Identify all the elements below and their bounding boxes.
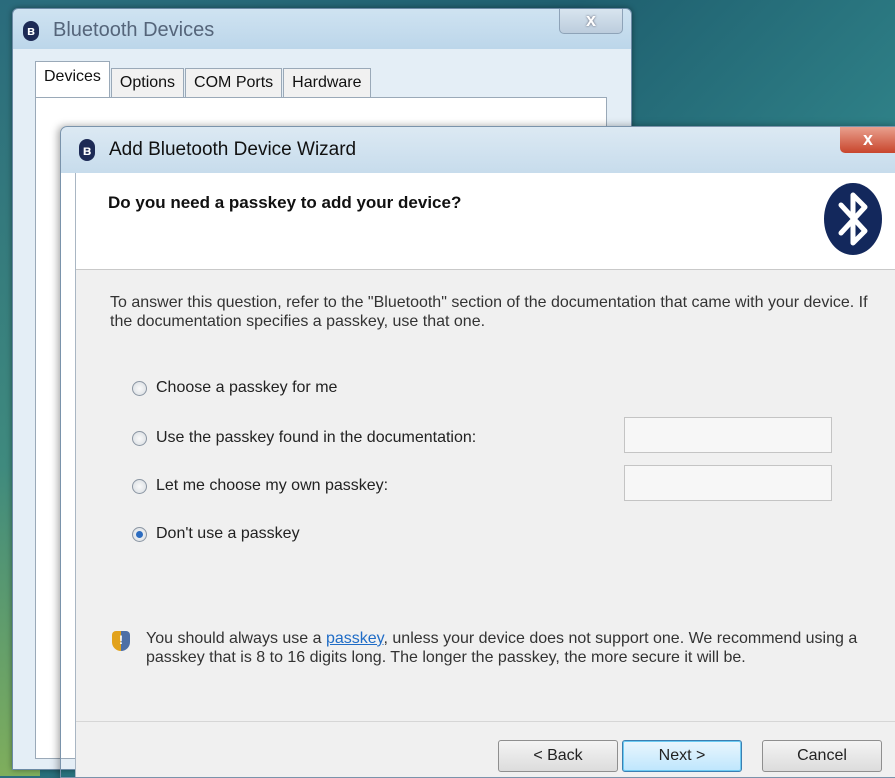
- button-bar: < Back Next > Cancel: [76, 721, 895, 778]
- radio-button[interactable]: [132, 430, 147, 446]
- option-choose-for-me[interactable]: Choose a passkey for me: [132, 379, 337, 397]
- bluetooth-icon: ʙ: [23, 21, 39, 41]
- cancel-button[interactable]: Cancel: [762, 740, 882, 772]
- option-no-passkey[interactable]: Don't use a passkey: [132, 525, 300, 543]
- bluetooth-logo-icon: [824, 183, 882, 255]
- close-button[interactable]: x: [559, 9, 623, 34]
- tab-options[interactable]: Options: [110, 68, 185, 97]
- tab-devices[interactable]: Devices: [35, 61, 110, 97]
- add-bluetooth-device-wizard: ʙ Add Bluetooth Device Wizard x Do you n…: [60, 126, 895, 778]
- intro-text: To answer this question, refer to the "B…: [110, 294, 868, 330]
- bluetooth-icon: ʙ: [79, 139, 95, 161]
- security-shield-icon: !: [112, 631, 130, 651]
- option-label: Use the passkey found in the documentati…: [156, 429, 477, 446]
- notice-text-part: You should always use a: [146, 630, 326, 647]
- window-title: Bluetooth Devices: [53, 19, 215, 41]
- tab-com-ports[interactable]: COM Ports: [185, 68, 283, 97]
- doc-passkey-input[interactable]: [624, 417, 832, 453]
- back-button[interactable]: < Back: [498, 740, 618, 772]
- tab-hardware[interactable]: Hardware: [283, 68, 371, 97]
- option-use-doc-passkey[interactable]: Use the passkey found in the documentati…: [132, 429, 476, 447]
- security-notice: ! You should always use a passkey, unles…: [112, 629, 872, 667]
- radio-button[interactable]: [132, 478, 147, 494]
- bluetooth-rune-icon: [838, 192, 868, 246]
- option-label: Don't use a passkey: [156, 525, 300, 542]
- tab-bar: Devices Options COM Ports Hardware: [35, 61, 372, 97]
- option-choose-own-passkey[interactable]: Let me choose my own passkey:: [132, 477, 388, 495]
- option-label: Choose a passkey for me: [156, 379, 338, 396]
- radio-button-selected[interactable]: [132, 526, 147, 542]
- wizard-body: Do you need a passkey to add your device…: [75, 173, 895, 777]
- option-label: Let me choose my own passkey:: [156, 477, 389, 494]
- close-button[interactable]: x: [840, 127, 895, 153]
- notice-text: You should always use a passkey, unless …: [146, 629, 872, 667]
- next-button[interactable]: Next >: [622, 740, 742, 772]
- wizard-header: Do you need a passkey to add your device…: [76, 173, 895, 270]
- passkey-link[interactable]: passkey: [326, 630, 384, 647]
- page-heading: Do you need a passkey to add your device…: [108, 193, 462, 212]
- radio-button[interactable]: [132, 380, 147, 396]
- wizard-title: Add Bluetooth Device Wizard: [109, 139, 357, 160]
- own-passkey-input[interactable]: [624, 465, 832, 501]
